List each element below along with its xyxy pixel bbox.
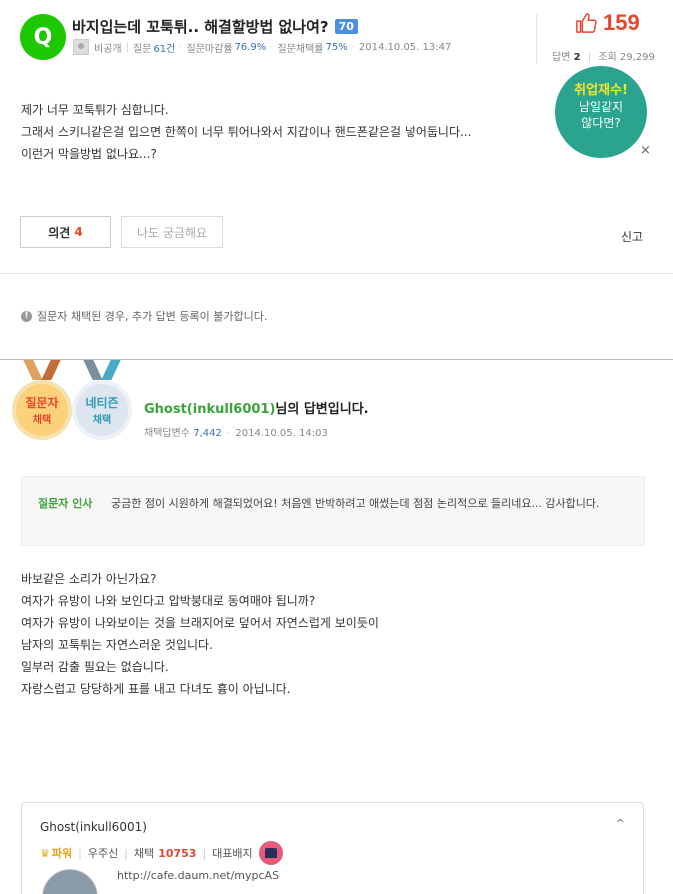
promo-bubble[interactable]: 취업재수! 남일같지 않다면?: [555, 66, 647, 158]
promo-line-2: 남일같지: [578, 100, 624, 114]
info-icon: !: [21, 310, 32, 322]
question-title-row: 바지입는데 꼬툭튀.. 해결할방법 없나여? 70: [72, 16, 358, 37]
profile-link[interactable]: http://cafe.daum.net/mypcAS: [117, 869, 279, 882]
notice-text: 질문자 채택된 경우, 추가 답변 등록이 불가합니다.: [37, 310, 268, 323]
crown-icon: ♛: [40, 846, 50, 860]
promo-line-1: 취업재수!: [574, 83, 628, 98]
profile-name[interactable]: Ghost(inkull6001): [40, 820, 147, 834]
question-meta: 비공개 | 질문 61건 · 질문마감률 76.9% · 질문채택률 75% ·…: [73, 39, 451, 55]
answer-body-line: 남자의 꼬툭튀는 자연스러운 것입니다.: [21, 638, 213, 652]
answer-body-line: 일부러 감출 필요는 없습니다.: [21, 660, 169, 674]
like-button[interactable]: 159: [575, 10, 640, 36]
answer-title-suffix: 님의 답변입니다.: [275, 402, 369, 417]
answer-body-line: 여자가 유방이 나와 보인다고 압박붕대로 동여매야 됩니까?: [21, 594, 316, 608]
medal-asker-line-2: 채택: [32, 415, 52, 426]
answer-body-line: 자랑스럽고 당당하게 표를 내고 다녀도 흉이 아닙니다.: [21, 682, 291, 696]
curious-button[interactable]: 나도 궁금해요: [121, 216, 223, 248]
question-count-label: 질문: [132, 43, 152, 55]
hat-badge-icon[interactable]: [258, 841, 283, 865]
answerer-profile-card: Ghost(inkull6001) ^ ♛ 파워 | 우주신 | 채택 1075…: [21, 802, 644, 894]
divider: [0, 273, 673, 274]
notice: ! 질문자 채택된 경우, 추가 답변 등록이 불가합니다.: [21, 308, 267, 324]
report-link[interactable]: 신고: [621, 228, 643, 245]
ribbon-icon: [41, 360, 61, 380]
answer-title: Ghost(inkull6001)님의 답변입니다.: [144, 398, 369, 417]
ribbon-icon: [83, 360, 103, 380]
question-stats: 답변 2 | 조회 29,299: [552, 52, 655, 63]
power-badge: ♛ 파워: [40, 845, 72, 861]
profile-stats: ♛ 파워 | 우주신 | 채택 10753 | 대표배지: [40, 841, 283, 865]
netizen-adopted-medal-icon: 네티즌 채택: [72, 380, 132, 440]
thumbs-up-icon: [576, 13, 597, 33]
medals: 질문자 채택 네티즌 채택: [10, 360, 135, 445]
question-body-line: 제가 너무 꼬툭튀가 심합니다.: [21, 103, 169, 117]
ribbon-icon: [23, 360, 43, 380]
asker-thanks-box: 질문자 인사 궁금한 점이 시원하게 해결되었어요! 처음엔 반박하려고 애썼는…: [21, 476, 645, 546]
question-body-line: 이런거 막을방법 없나요...?: [21, 147, 157, 161]
badge-label: 대표배지: [212, 847, 253, 860]
answer-meta: 채택답변수 7,442 · 2014.10.05. 14:03: [144, 428, 328, 439]
opinion-button[interactable]: 의견 4: [20, 216, 111, 248]
opinion-count: 4: [74, 225, 83, 239]
promo-line-3: 않다면?: [581, 116, 621, 130]
like-count: 159: [603, 10, 640, 35]
answerer-name-link[interactable]: Ghost(inkull6001): [144, 402, 275, 417]
profile-adopt-label: 채택: [133, 847, 155, 860]
adopt-rate: 75%: [325, 41, 348, 53]
profile-rank: 우주신: [87, 847, 119, 860]
adopt-count-label: 채택답변수: [144, 428, 190, 439]
answer-body-line: 바보같은 소리가 아닌가요?: [21, 572, 157, 586]
header-divider: [536, 14, 537, 64]
question-count: 61건: [153, 43, 176, 55]
medal-asker-line-1: 질문자: [25, 396, 59, 410]
answers-label: 답변: [552, 52, 571, 63]
chevron-up-icon[interactable]: ^: [616, 817, 625, 830]
views-count: 29,299: [619, 52, 655, 63]
medal-net-line-1: 네티즌: [85, 396, 119, 410]
avatar[interactable]: [42, 869, 98, 894]
anonymous-avatar-icon: [73, 39, 89, 55]
points-badge: 70: [334, 19, 358, 34]
ribbon-icon: [101, 360, 121, 380]
answers-count: 2: [573, 52, 581, 63]
promo-close-icon[interactable]: ×: [640, 143, 651, 158]
adopt-count: 7,442: [193, 428, 222, 439]
answer-date: 2014.10.05. 14:03: [235, 428, 328, 439]
opinion-label: 의견: [48, 225, 71, 240]
answer-body: 바보같은 소리가 아닌가요? 여자가 유방이 나와 보인다고 압박붕대로 동여매…: [21, 568, 621, 700]
medal-net-line-2: 채택: [92, 415, 112, 426]
close-rate-label: 질문마감률: [186, 43, 233, 55]
thanks-text: 궁금한 점이 시원하게 해결되었어요! 처음엔 반박하려고 애썼는데 점점 논리…: [111, 497, 600, 510]
question-badge: Q: [20, 14, 66, 60]
thanks-label: 질문자 인사: [38, 497, 93, 510]
power-label: 파워: [51, 847, 73, 860]
asker-adopted-medal-icon: 질문자 채택: [12, 380, 72, 440]
profile-adopt-count: 10753: [158, 846, 197, 860]
views-label: 조회: [598, 52, 617, 63]
question-body-line: 그래서 스키니같은걸 입으면 한쪽이 너무 튀어나와서 지갑이나 핸드폰같은걸 …: [21, 125, 472, 139]
close-rate: 76.9%: [234, 41, 267, 53]
question-author: 비공개: [94, 43, 122, 55]
question-date: 2014.10.05. 13:47: [358, 41, 452, 53]
adopt-rate-label: 질문채택률: [277, 43, 324, 55]
question-title: 바지입는데 꼬툭튀.. 해결할방법 없나여?: [72, 18, 329, 36]
answer-body-line: 여자가 유방이 나와보이는 것을 브래지어로 덮어서 자연스럽게 보이듯이: [21, 616, 379, 630]
question-body: 제가 너무 꼬툭튀가 심합니다. 그래서 스키니같은걸 입으면 한쪽이 너무 튀…: [21, 99, 561, 165]
